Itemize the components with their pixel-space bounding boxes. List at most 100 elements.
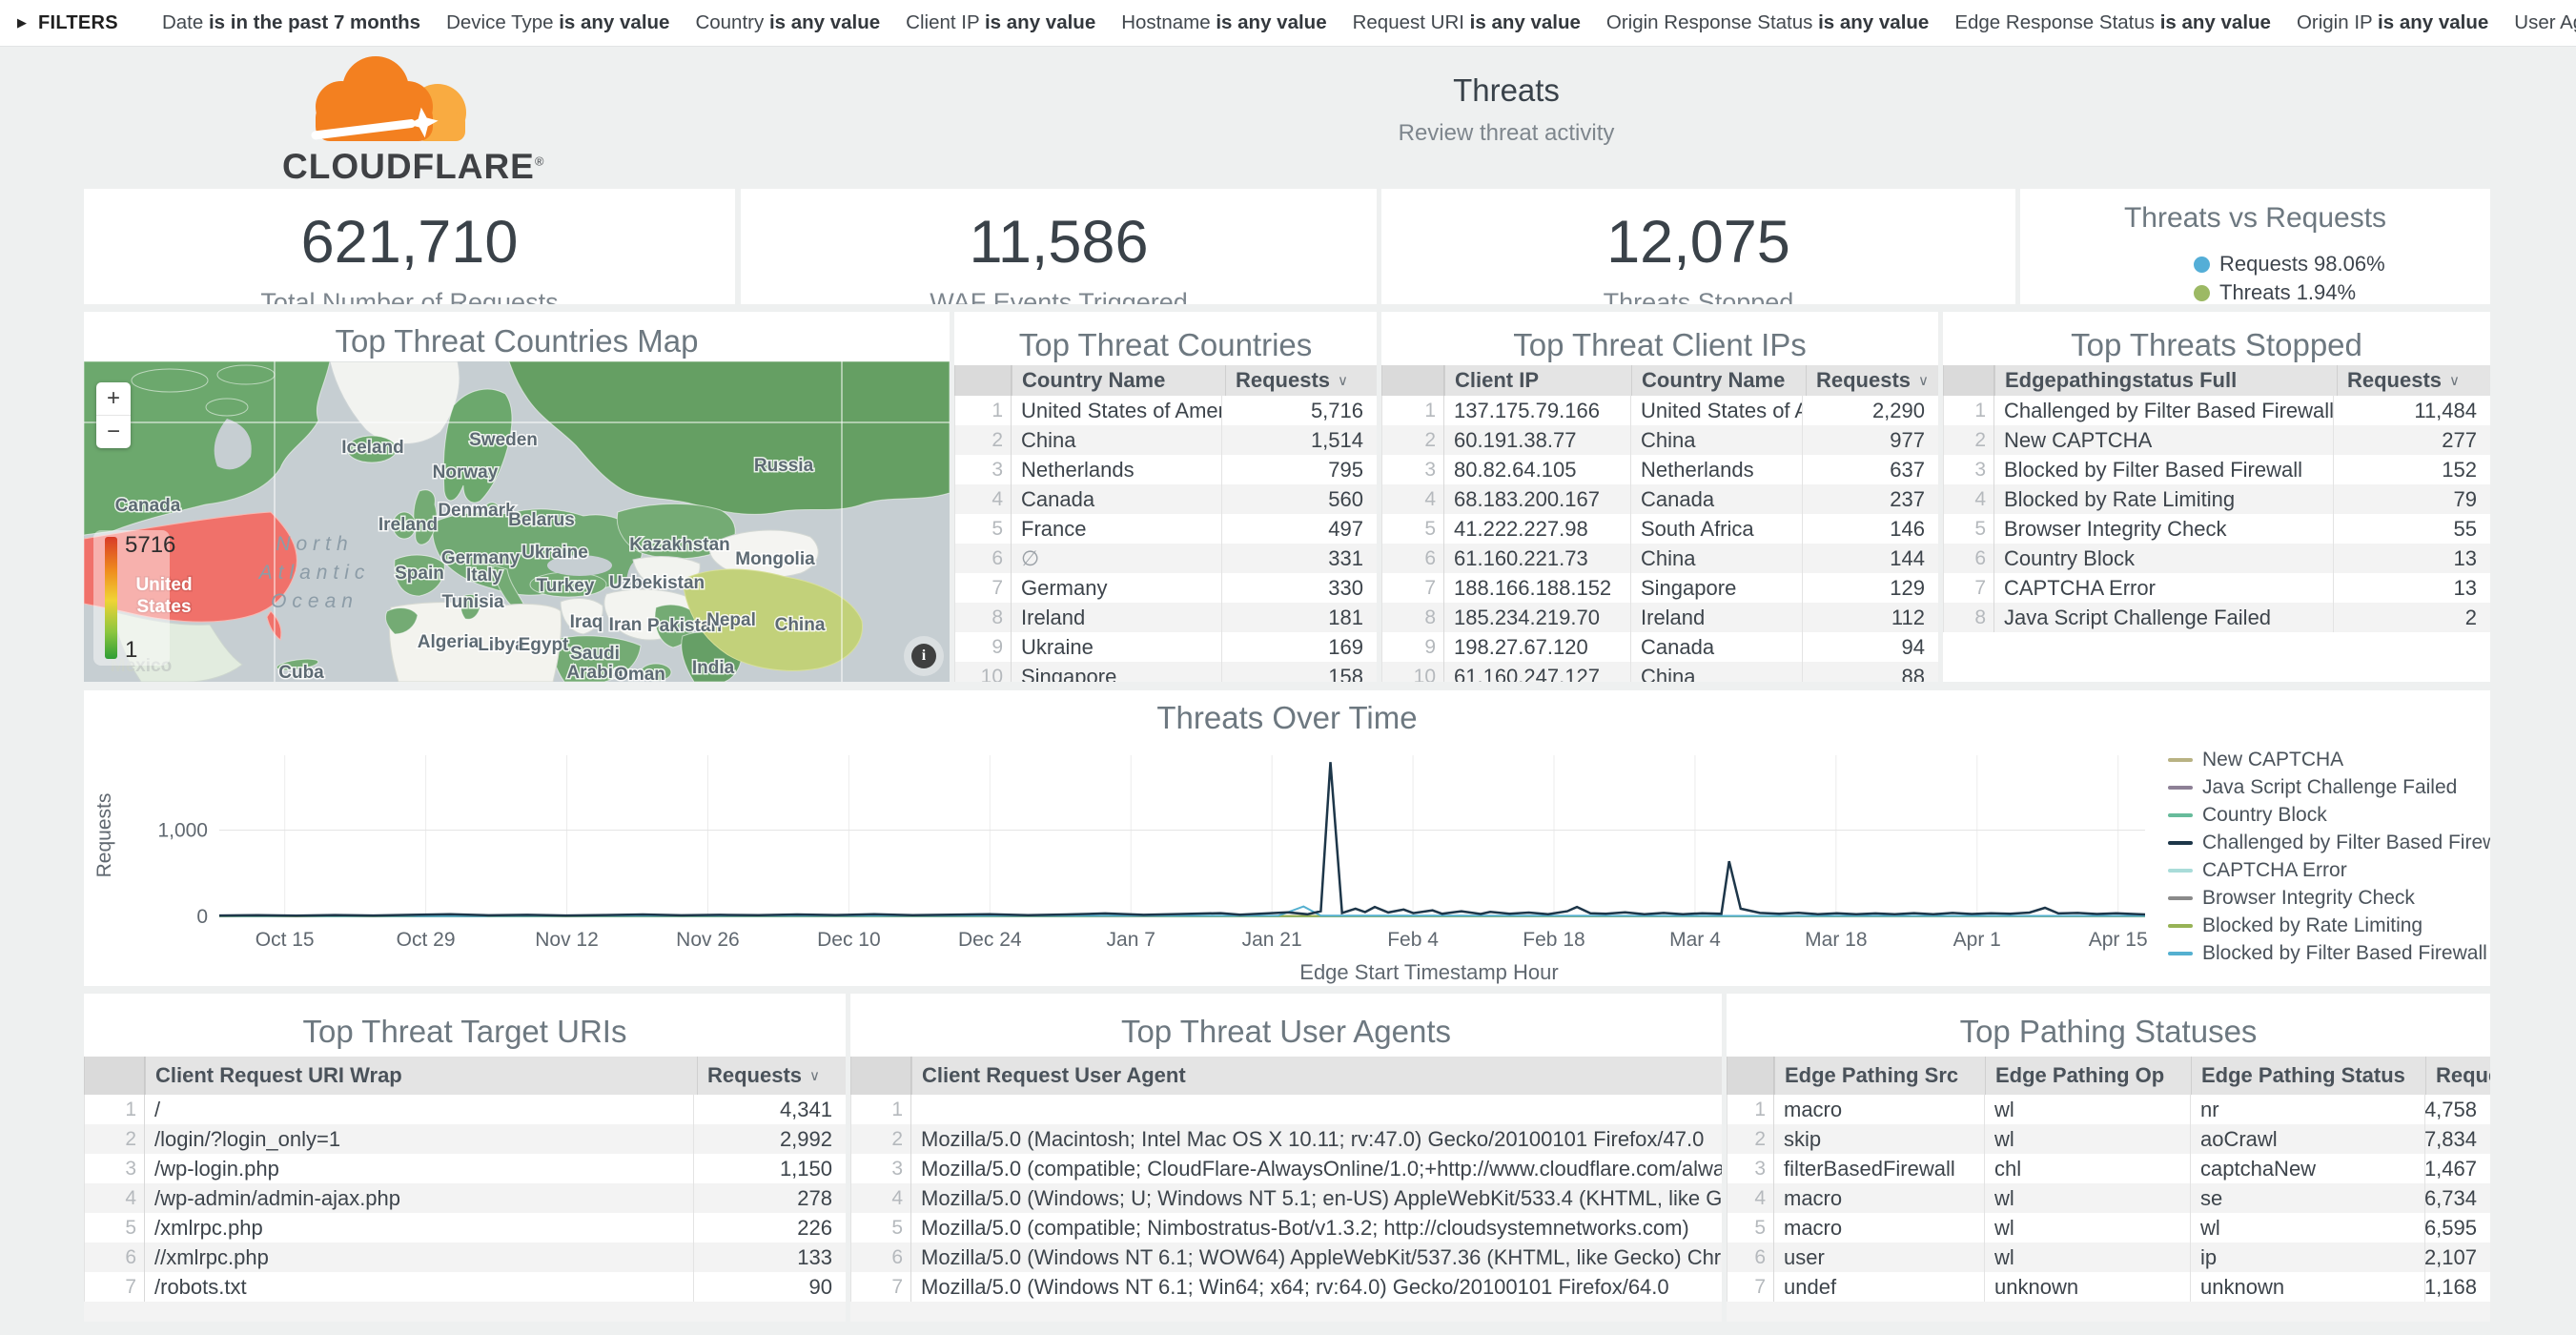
table-cell: wl (1984, 1183, 2190, 1213)
column-header[interactable]: Edge Pathing Op (1985, 1057, 2191, 1095)
column-header[interactable]: Requests∨ (2425, 1057, 2490, 1095)
filter-item[interactable]: Origin Response Status is any value (1606, 11, 1929, 34)
chart-legend-item[interactable]: Blocked by Filter Based Firewall (2168, 939, 2490, 967)
table-row: 6userwlip2,107 (1727, 1243, 2490, 1272)
table-cell: /wp-admin/admin-ajax.php (145, 1183, 693, 1213)
filter-item[interactable]: Edge Response Status is any value (1954, 11, 2271, 34)
kpi-waf-events: 11,586 WAF Events Triggered (741, 189, 1377, 304)
table-row: 7Mozilla/5.0 (Windows NT 6.1; Win64; x64… (850, 1272, 1722, 1302)
column-header[interactable]: Requests∨ (1806, 365, 1938, 396)
world-map[interactable]: CanadaUnitedStatesMexicoCubaIcelandIrela… (84, 361, 950, 682)
table-row: 1United States of America5,716 (954, 396, 1377, 425)
row-number: 5 (954, 514, 1012, 544)
filter-item[interactable]: Client IP is any value (906, 11, 1095, 34)
table-cell: 237 (1802, 484, 1938, 514)
table-cell: Netherlands (1012, 455, 1221, 484)
top-threat-target-uris-panel: Top Threat Target URIsClient Request URI… (84, 994, 846, 1322)
column-header[interactable]: Edge Pathing Src (1774, 1057, 1985, 1095)
filter-item[interactable]: Country is any value (695, 11, 880, 34)
table-cell: 977 (1802, 425, 1938, 455)
table-cell: Singapore (1012, 662, 1221, 682)
legend-line-icon (2168, 786, 2193, 790)
map-info-icon[interactable]: i (911, 644, 936, 668)
chart-legend-item[interactable]: Java Script Challenge Failed (2168, 773, 2490, 801)
filter-item[interactable]: Date is in the past 7 months (162, 11, 420, 34)
choropleth-map[interactable]: CanadaUnitedStatesMexicoCubaIcelandIrela… (84, 361, 950, 682)
x-tick-label: Apr 1 (1953, 929, 2001, 951)
filter-item[interactable]: User Agent is any value (2514, 11, 2576, 34)
table-header: Country NameRequests∨ (954, 365, 1377, 396)
column-header[interactable]: Country Name (1012, 365, 1225, 396)
row-number-header (954, 365, 1012, 396)
column-header[interactable]: Requests∨ (2337, 365, 2490, 396)
table-cell: wl (1984, 1213, 2190, 1243)
row-number: 8 (954, 603, 1012, 632)
legend-line-icon (2168, 952, 2193, 955)
table-row-clipped (1727, 1302, 2490, 1322)
table-cell: Ireland (1630, 603, 1802, 632)
table-cell (911, 1095, 1722, 1124)
table-cell: Mozilla/5.0 (Macintosh; Intel Mac OS X 1… (911, 1124, 1722, 1154)
kpi-total-requests: 621,710 Total Number of Requests (84, 189, 735, 304)
table-cell: CAPTCHA Error (1994, 573, 2333, 603)
table-cell: 560 (1221, 484, 1377, 514)
table-row: 380.82.64.105Netherlands637 (1381, 455, 1938, 484)
sort-desc-icon: ∨ (809, 1067, 820, 1084)
chart-legend-item[interactable]: Browser Integrity Check (2168, 884, 2490, 912)
filters-label[interactable]: FILTERS (38, 12, 118, 34)
cloudflare-cloud-icon (282, 53, 478, 144)
filters-expand-icon[interactable]: ▶ (17, 15, 27, 31)
table-cell: Country Block (1994, 544, 2333, 573)
map-zoom-in-button[interactable]: + (96, 382, 131, 416)
chart-legend-item[interactable]: Challenged by Filter Based Firewall (2168, 829, 2490, 856)
column-header[interactable]: Client IP (1444, 365, 1631, 396)
column-header[interactable]: Edgepathingstatus Full (1994, 365, 2337, 396)
row-number: 7 (1727, 1272, 1774, 1302)
tvr-legend-item[interactable]: Requests 98.06% (2194, 250, 2490, 278)
table-cell: 68.183.200.167 (1444, 484, 1630, 514)
table-cell: 37,834 (2424, 1124, 2490, 1154)
column-header[interactable]: Requests∨ (697, 1057, 846, 1095)
table-cell: /wp-login.php (145, 1154, 693, 1183)
kpi-threats-stopped: 12,075 Threats Stopped (1381, 189, 2015, 304)
column-header[interactable]: Edge Pathing Status (2191, 1057, 2425, 1095)
row-number: 6 (1727, 1243, 1774, 1272)
row-number: 7 (1943, 573, 1994, 603)
table-row: 3Mozilla/5.0 (compatible; CloudFlare-Alw… (850, 1154, 1722, 1183)
table-cell: 13 (2333, 544, 2490, 573)
table-cell: chl (1984, 1154, 2190, 1183)
table-row: 4macrowlse6,734 (1727, 1183, 2490, 1213)
table-cell: United States of America (1630, 396, 1802, 425)
row-number: 4 (1381, 484, 1444, 514)
column-header[interactable]: Country Name (1631, 365, 1806, 396)
threats-vs-requests-legend: Requests 98.06%Threats 1.94% (2020, 250, 2490, 304)
table-row: 8Ireland181 (954, 603, 1377, 632)
y-tick-label: 1,000 (157, 820, 208, 842)
line-chart-svg: Oct 15Oct 29Nov 12Nov 26Dec 10Dec 24Jan … (84, 690, 2490, 986)
chart-legend-item[interactable]: New CAPTCHA (2168, 746, 2490, 773)
chart-legend-item[interactable]: Country Block (2168, 801, 2490, 829)
table-row: 1Challenged by Filter Based Firewall11,4… (1943, 396, 2490, 425)
filter-item[interactable]: Hostname is any value (1121, 11, 1326, 34)
x-tick-label: Mar 18 (1805, 929, 1867, 951)
x-tick-label: Dec 24 (958, 929, 1022, 951)
map-country-label: Sweden (469, 430, 538, 450)
map-zoom-out-button[interactable]: − (96, 416, 131, 448)
x-tick-label: Oct 29 (397, 929, 456, 951)
map-country-label: Denmark (438, 501, 516, 521)
filter-item[interactable]: Request URI is any value (1353, 11, 1581, 34)
column-header[interactable]: Client Request User Agent (911, 1057, 1722, 1095)
filter-item[interactable]: Device Type is any value (446, 11, 669, 34)
row-number: 2 (84, 1124, 145, 1154)
chart-legend-item[interactable]: Blocked by Rate Limiting (2168, 912, 2490, 939)
table-cell: skip (1774, 1124, 1984, 1154)
column-header[interactable]: Client Request URI Wrap (145, 1057, 697, 1095)
table-cell: wl (1984, 1124, 2190, 1154)
chart-legend-item[interactable]: CAPTCHA Error (2168, 856, 2490, 884)
tvr-legend-item[interactable]: Threats 1.94% (2194, 278, 2490, 304)
column-header[interactable]: Requests∨ (1225, 365, 1377, 396)
table-cell: 226 (693, 1213, 846, 1243)
table-cell: //xmlrpc.php (145, 1243, 693, 1272)
filter-item[interactable]: Origin IP is any value (2297, 11, 2488, 34)
table-cell: 133 (693, 1243, 846, 1272)
